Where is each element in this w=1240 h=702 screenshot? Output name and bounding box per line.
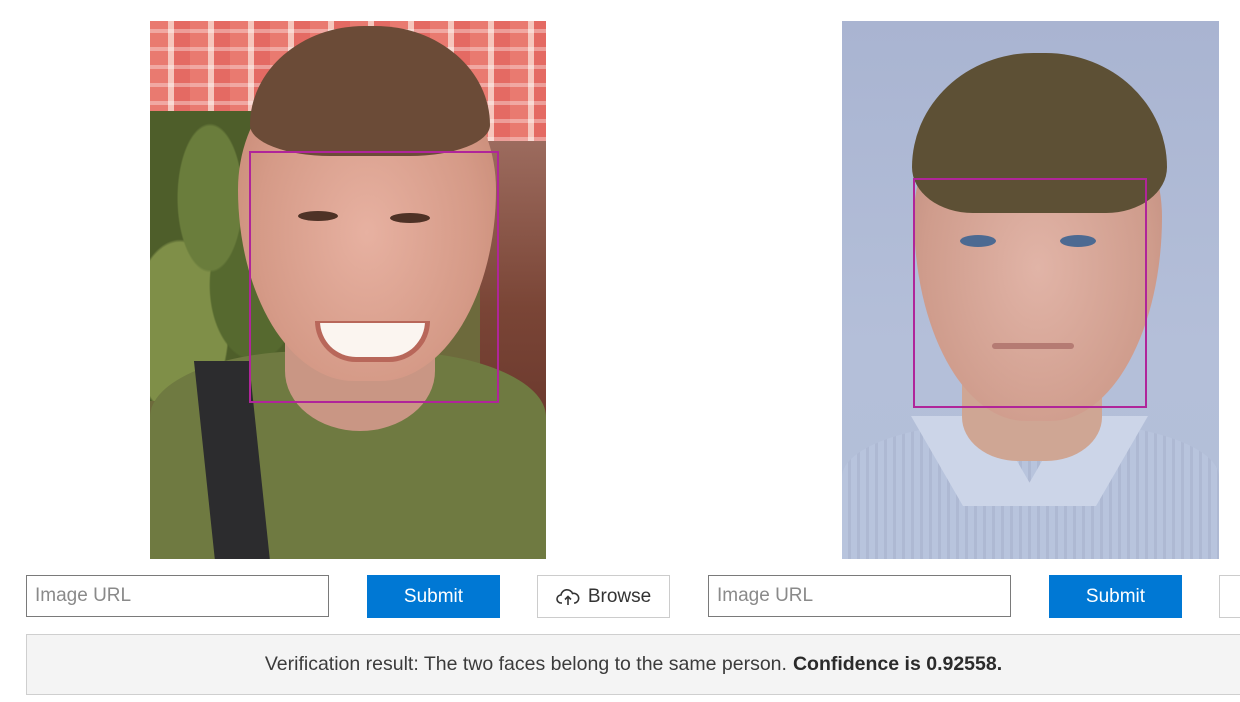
- left-submit-button[interactable]: Submit: [367, 575, 500, 618]
- right-browse-button[interactable]: [1219, 575, 1240, 618]
- right-face-detection-box: [913, 178, 1147, 408]
- confidence-text: Confidence is 0.92558.: [792, 653, 1003, 675]
- verification-result-text: Verification result: The two faces belon…: [264, 653, 787, 675]
- verification-result-bar: Verification result: The two faces belon…: [26, 634, 1240, 695]
- left-browse-button[interactable]: Browse: [537, 575, 670, 618]
- cloud-upload-icon: [556, 588, 580, 605]
- right-image-url-input[interactable]: [708, 575, 1011, 617]
- left-image-url-input[interactable]: [26, 575, 329, 617]
- right-submit-button[interactable]: Submit: [1049, 575, 1182, 618]
- left-face-detection-box: [249, 151, 499, 403]
- browse-label: Browse: [587, 585, 652, 607]
